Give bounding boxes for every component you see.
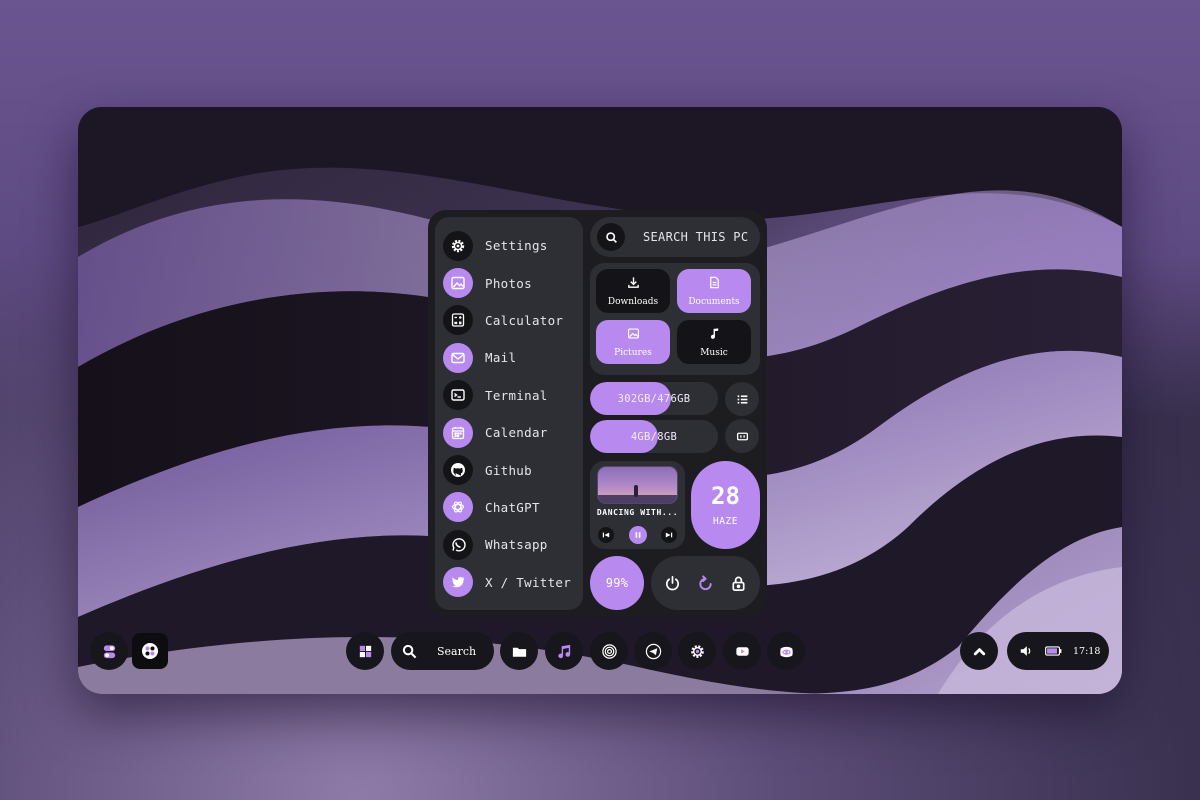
song-title: DANCING WITH... xyxy=(596,508,679,517)
gear-icon[interactable] xyxy=(678,632,716,670)
battery-icon xyxy=(1045,646,1062,656)
document-icon xyxy=(708,276,721,297)
app-item-terminal[interactable]: Terminal xyxy=(443,377,575,414)
volume-icon[interactable] xyxy=(1019,644,1033,658)
whatsapp-icon xyxy=(443,529,473,560)
app-item-photos[interactable]: Photos xyxy=(443,264,575,301)
media-controls xyxy=(598,526,677,544)
app-item-whatsapp[interactable]: Whatsapp xyxy=(443,526,575,563)
youtube-icon[interactable] xyxy=(723,632,761,670)
memory-meter: 4GB/8GB xyxy=(590,420,718,453)
app-label: Terminal xyxy=(485,387,548,403)
app-item-x-twitter[interactable]: X / Twitter xyxy=(443,564,575,601)
folder-label: Downloads xyxy=(607,296,659,307)
folder-downloads[interactable]: Downloads xyxy=(596,269,670,313)
app-item-calculator[interactable]: Calculator xyxy=(443,302,575,339)
clock: 17:18 xyxy=(1073,645,1101,657)
windows-icon[interactable] xyxy=(346,632,384,670)
app-launcher-icon[interactable] xyxy=(132,633,168,669)
next-track-icon[interactable] xyxy=(661,527,677,543)
system-tray[interactable]: 17:18 xyxy=(1007,632,1109,670)
weather-condition: HAZE xyxy=(713,515,738,527)
pause-icon[interactable] xyxy=(628,526,647,544)
app-item-calendar[interactable]: Calendar xyxy=(443,414,575,451)
power-icon[interactable] xyxy=(662,572,684,594)
chevron-up-icon[interactable] xyxy=(960,632,998,670)
battery-percentage: 99% xyxy=(605,576,629,590)
app-list: Settings Photos Calculator Mail Terminal Cale… xyxy=(435,217,583,610)
battery-widget: 99% xyxy=(590,556,644,610)
image-icon xyxy=(443,268,473,299)
download-icon xyxy=(627,276,640,297)
music-icon[interactable] xyxy=(545,632,583,670)
search-icon xyxy=(597,223,625,251)
restart-icon[interactable] xyxy=(695,572,717,594)
power-controls xyxy=(651,556,760,610)
previous-track-icon[interactable] xyxy=(598,527,614,543)
app-label: Github xyxy=(485,462,532,478)
media-player: DANCING WITH... xyxy=(590,461,685,549)
folder-pictures[interactable]: Pictures xyxy=(596,320,670,364)
app-label: Mail xyxy=(485,350,517,366)
folder-label: Documents xyxy=(688,296,740,307)
start-menu: Settings Photos Calculator Mail Terminal Cale… xyxy=(428,210,767,617)
app-label: X / Twitter xyxy=(485,574,572,590)
memory-chip-icon[interactable] xyxy=(725,419,759,453)
desktop-screen: Settings Photos Calculator Mail Terminal Cale… xyxy=(78,107,1122,694)
app-label: Calendar xyxy=(485,425,548,441)
weather-widget[interactable]: 28 HAZE xyxy=(691,461,760,549)
telegram-icon[interactable] xyxy=(634,632,672,670)
folder-label: Pictures xyxy=(614,347,652,358)
app-label: ChatGPT xyxy=(485,499,540,515)
list-icon[interactable] xyxy=(725,382,759,416)
chatgpt-icon xyxy=(443,492,473,523)
twitter-icon xyxy=(443,567,473,598)
folder-label: Music xyxy=(700,347,728,358)
gear-icon xyxy=(443,230,473,261)
terminal-icon xyxy=(443,380,473,411)
target-icon[interactable] xyxy=(590,632,628,670)
album-cover xyxy=(597,466,678,504)
app-label: Whatsapp xyxy=(485,537,548,553)
search-pc-label: SEARCH THIS PC xyxy=(643,230,749,244)
app-label: Settings xyxy=(485,238,548,254)
quick-folders: Downloads Documents Pictures Music xyxy=(590,263,760,375)
mail-icon xyxy=(443,342,473,373)
temperature: 28 xyxy=(711,481,740,510)
calculator-icon xyxy=(443,305,473,336)
github-icon xyxy=(443,455,473,486)
taskbar-search[interactable]: Search xyxy=(391,632,494,670)
taskbar-search-label: Search xyxy=(437,644,477,658)
app-label: Calculator xyxy=(485,312,564,328)
toggle-icon[interactable] xyxy=(90,632,128,670)
app-item-mail[interactable]: Mail xyxy=(443,339,575,376)
calendar-icon xyxy=(443,417,473,448)
music-note-icon xyxy=(708,327,721,348)
app-item-github[interactable]: Github xyxy=(443,451,575,488)
folder-documents[interactable]: Documents xyxy=(677,269,751,313)
lock-icon[interactable] xyxy=(727,572,749,594)
app-label: Photos xyxy=(485,275,532,291)
app-item-chatgpt[interactable]: ChatGPT xyxy=(443,489,575,526)
discord-icon[interactable] xyxy=(767,632,805,670)
search-icon xyxy=(402,644,417,658)
storage-label: 302GB/476GB xyxy=(617,392,691,405)
app-item-settings[interactable]: Settings xyxy=(443,227,575,264)
search-pc[interactable]: SEARCH THIS PC xyxy=(590,217,760,257)
memory-label: 4GB/8GB xyxy=(630,430,678,443)
image-icon xyxy=(627,327,640,348)
folder-music[interactable]: Music xyxy=(677,320,751,364)
storage-meter: 302GB/476GB xyxy=(590,382,718,415)
folder-icon[interactable] xyxy=(500,632,538,670)
